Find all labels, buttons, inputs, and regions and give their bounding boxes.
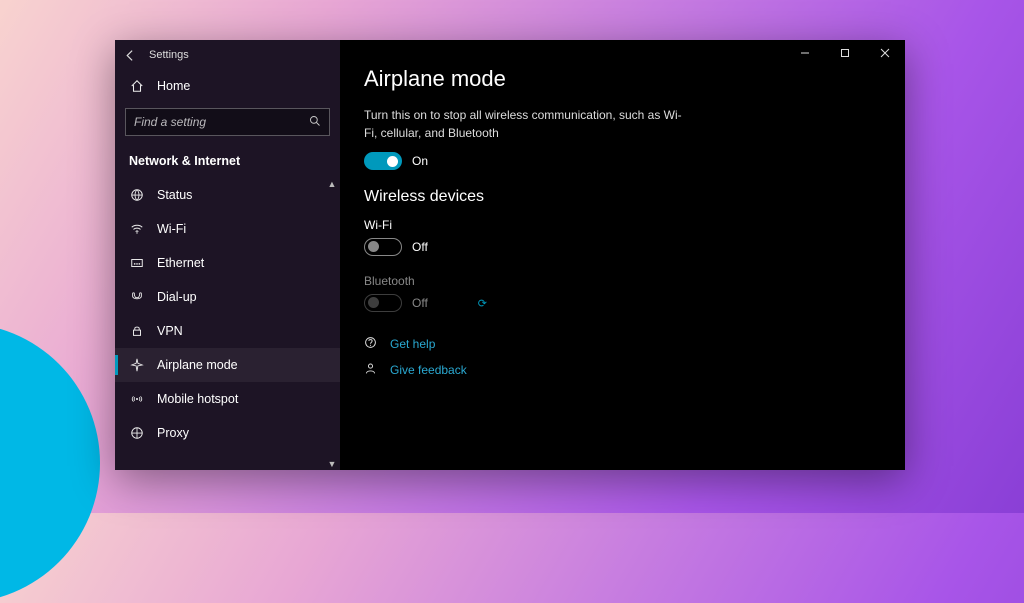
sidebar-item-proxy[interactable]: Proxy [115, 416, 340, 450]
sidebar-item-label: Wi-Fi [157, 222, 186, 236]
sidebar-item-label: Airplane mode [157, 358, 238, 372]
sidebar-item-label: Proxy [157, 426, 189, 440]
hotspot-icon [129, 391, 145, 407]
search-box[interactable] [125, 108, 330, 136]
wifi-state: Off [412, 240, 428, 254]
airplane-mode-state: On [412, 154, 428, 168]
home-icon [129, 78, 145, 94]
airplane-icon [129, 357, 145, 373]
get-help-label: Get help [390, 337, 435, 351]
sidebar-home[interactable]: Home [115, 70, 340, 102]
sidebar-item-airplane[interactable]: Airplane mode [115, 348, 340, 382]
loading-spinner-icon: ⟳ [478, 297, 487, 310]
sidebar-item-label: Ethernet [157, 256, 204, 270]
give-feedback-label: Give feedback [390, 363, 467, 377]
titlebar: Settings [115, 40, 340, 70]
ethernet-icon [129, 255, 145, 271]
minimize-button[interactable] [785, 40, 825, 66]
wifi-toggle[interactable] [364, 238, 402, 256]
page-description: Turn this on to stop all wireless commun… [364, 106, 694, 142]
sidebar-item-wifi[interactable]: Wi-Fi [115, 212, 340, 246]
proxy-icon [129, 425, 145, 441]
bluetooth-state: Off [412, 296, 428, 310]
sidebar-item-hotspot[interactable]: Mobile hotspot [115, 382, 340, 416]
sidebar-item-label: VPN [157, 324, 183, 338]
maximize-button[interactable] [825, 40, 865, 66]
sidebar-item-vpn[interactable]: VPN [115, 314, 340, 348]
sidebar-item-label: Dial-up [157, 290, 197, 304]
globe-icon [129, 187, 145, 203]
sidebar-item-label: Status [157, 188, 192, 202]
page-title: Airplane mode [364, 66, 905, 92]
sidebar: Settings Home Network & Internet ▲ [115, 40, 340, 470]
get-help-link[interactable]: Get help [364, 336, 905, 352]
search-icon [309, 115, 321, 130]
sidebar-item-ethernet[interactable]: Ethernet [115, 246, 340, 280]
search-input[interactable] [134, 115, 303, 129]
main-panel: Airplane mode Turn this on to stop all w… [340, 40, 905, 470]
feedback-icon [364, 362, 380, 378]
airplane-mode-toggle[interactable] [364, 152, 402, 170]
close-button[interactable] [865, 40, 905, 66]
help-icon [364, 336, 380, 352]
category-header: Network & Internet [115, 146, 340, 178]
sidebar-item-label: Mobile hotspot [157, 392, 238, 406]
wifi-icon [129, 221, 145, 237]
back-button[interactable] [123, 48, 137, 62]
dialup-icon [129, 289, 145, 305]
window-controls [785, 40, 905, 66]
nav-list: Status Wi-Fi Ethernet [115, 178, 340, 470]
wifi-label: Wi-Fi [364, 218, 905, 232]
bluetooth-label: Bluetooth [364, 274, 905, 288]
settings-window: Settings Home Network & Internet ▲ [115, 40, 905, 470]
home-label: Home [157, 79, 190, 93]
bluetooth-toggle [364, 294, 402, 312]
scroll-down-button[interactable]: ▼ [326, 458, 338, 470]
give-feedback-link[interactable]: Give feedback [364, 362, 905, 378]
vpn-icon [129, 323, 145, 339]
sidebar-item-dialup[interactable]: Dial-up [115, 280, 340, 314]
app-title: Settings [149, 49, 189, 61]
wireless-devices-header: Wireless devices [364, 188, 905, 206]
sidebar-item-status[interactable]: Status [115, 178, 340, 212]
